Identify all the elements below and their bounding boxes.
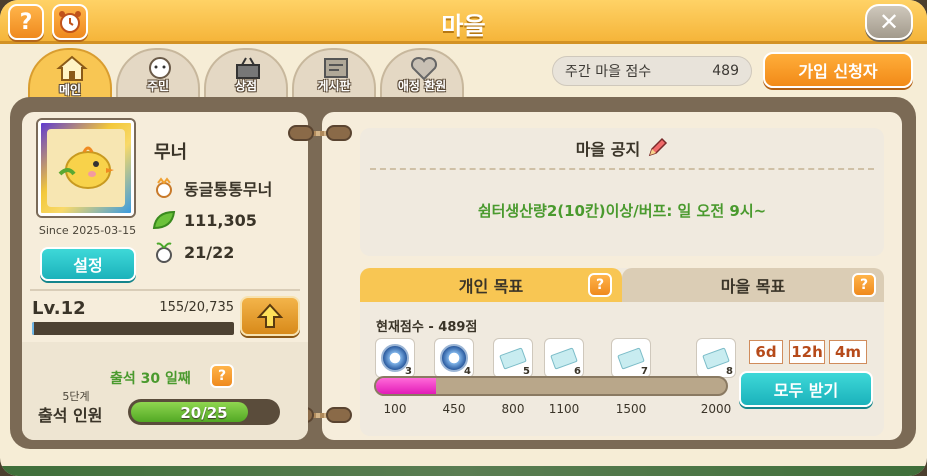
reward-slot[interactable]: 4: [434, 338, 474, 378]
resident-sprout-icon: [152, 240, 176, 264]
tab-board[interactable]: 게시판: [292, 48, 376, 98]
claim-all-button[interactable]: 모두 받기: [739, 371, 873, 407]
attendance-count: 20/25: [180, 404, 228, 422]
personal-goal-help-button[interactable]: ?: [588, 273, 612, 297]
reward-slot[interactable]: 7: [611, 338, 651, 378]
notice-text: 쉼터생산량2(10칸)이상/버프: 일 오전 9시~: [477, 202, 767, 220]
reward-slot[interactable]: 5: [493, 338, 533, 378]
tab-village-goal[interactable]: 마을 목표: [622, 268, 884, 302]
arrow-up-icon: [256, 303, 284, 328]
goal-tick: 800: [501, 402, 525, 416]
village-name-row: 동글통통무너: [152, 176, 272, 200]
attendance-streak: 출석 30 일째: [110, 371, 191, 387]
notice-header: 마을 공지: [360, 128, 884, 168]
weekly-score-label: 주간 마을 점수: [565, 64, 652, 80]
background-scenery: [0, 466, 927, 476]
goal-tick: 2000: [700, 402, 732, 416]
tab-main[interactable]: 메인: [28, 48, 112, 102]
village-chief-icon: [152, 176, 176, 200]
reward-slot[interactable]: 6: [544, 338, 584, 378]
goal-tick: 1100: [548, 402, 580, 416]
village-level: Lv.12: [32, 298, 86, 319]
join-applicants-button[interactable]: 가입 신청자: [763, 52, 913, 88]
tab-village-goal-label: 마을 목표: [720, 277, 786, 296]
tab-label: 메인: [58, 83, 82, 97]
tab-shop[interactable]: 상점: [204, 48, 288, 98]
goal-progress-fill: [376, 378, 437, 394]
tab-affection-return[interactable]: 애정 환원: [380, 48, 464, 98]
question-icon: ?: [595, 277, 605, 293]
question-icon: ?: [859, 277, 869, 293]
chick-avatar-icon: [58, 146, 114, 189]
avatar[interactable]: [38, 120, 134, 216]
close-icon: ✕: [878, 8, 900, 36]
village-window: 마을 ? ✕ 메인 주민 상점 게시판 애정 환원 주간 마을 점수 489 가…: [0, 0, 927, 476]
timer-days: 6d: [749, 340, 783, 364]
goal-tick: 100: [383, 402, 407, 416]
window-title: 마을: [441, 12, 486, 40]
rope-peg: [326, 407, 352, 423]
weekly-score-value: 489: [712, 63, 739, 79]
title-bar: 마을: [0, 0, 927, 44]
goal-tick: 450: [442, 402, 466, 416]
village-name: 동글통통무너: [184, 180, 273, 199]
level-progress-bar: [32, 322, 234, 335]
level-progress-fill: [32, 322, 35, 335]
goal-progress-bar: [374, 376, 728, 396]
members-count: 21/22: [184, 242, 235, 262]
timer-minutes: 4m: [829, 340, 867, 364]
alarm-button[interactable]: [52, 4, 88, 40]
weekly-score: 주간 마을 점수 489: [552, 56, 752, 86]
tab-residents[interactable]: 주민: [116, 48, 200, 98]
member-since: Since 2025-03-15: [38, 224, 137, 237]
level-exp: 155/20,735: [159, 300, 234, 315]
rope-peg: [288, 125, 314, 141]
notice-title: 마을 공지: [575, 140, 641, 159]
level-up-button[interactable]: [240, 296, 300, 336]
question-icon: ?: [217, 368, 227, 384]
house-icon: [56, 54, 88, 82]
player-name: 무너: [154, 142, 188, 163]
timer-hours: 12h: [789, 340, 825, 364]
leaves-row: 111,305: [152, 208, 257, 232]
notice-divider: [370, 168, 874, 170]
village-goal-help-button[interactable]: ?: [852, 273, 876, 297]
reward-slot[interactable]: 3: [375, 338, 415, 378]
close-button[interactable]: ✕: [865, 4, 913, 40]
members-row: 21/22: [152, 240, 234, 264]
rope-peg: [326, 125, 352, 141]
pencil-icon[interactable]: [646, 137, 668, 159]
attendance-help-button[interactable]: ?: [210, 364, 234, 388]
reward-slot[interactable]: 8: [696, 338, 736, 378]
help-button[interactable]: ?: [8, 4, 44, 40]
attendance-label: 출석 인원: [38, 406, 103, 425]
settings-button[interactable]: 설정: [40, 247, 136, 281]
divider: [30, 289, 300, 291]
alarm-clock-icon: [59, 11, 81, 33]
tab-label: 애정 환원: [397, 79, 447, 93]
current-score: 현재점수 - 489점: [376, 320, 478, 335]
reward-number: 8: [726, 366, 733, 377]
tab-label: 게시판: [317, 79, 351, 93]
leaves-count: 111,305: [184, 210, 257, 230]
tab-label: 상점: [234, 79, 258, 93]
tab-label: 주민: [146, 79, 170, 93]
leaf-icon: [152, 208, 176, 232]
question-icon: ?: [19, 9, 33, 35]
tab-personal-goal-label: 개인 목표: [458, 277, 524, 296]
goal-tick: 1500: [615, 402, 647, 416]
tab-personal-goal[interactable]: 개인 목표: [360, 268, 622, 302]
